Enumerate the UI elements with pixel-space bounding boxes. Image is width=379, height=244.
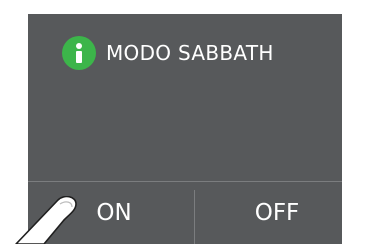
off-button[interactable]: OFF [242, 182, 312, 244]
panel-title: MODO SABBATH [106, 41, 274, 65]
info-icon [62, 36, 96, 70]
pointing-hand-icon [15, 196, 77, 244]
panel-header: MODO SABBATH [62, 36, 274, 70]
vertical-divider [194, 190, 195, 244]
